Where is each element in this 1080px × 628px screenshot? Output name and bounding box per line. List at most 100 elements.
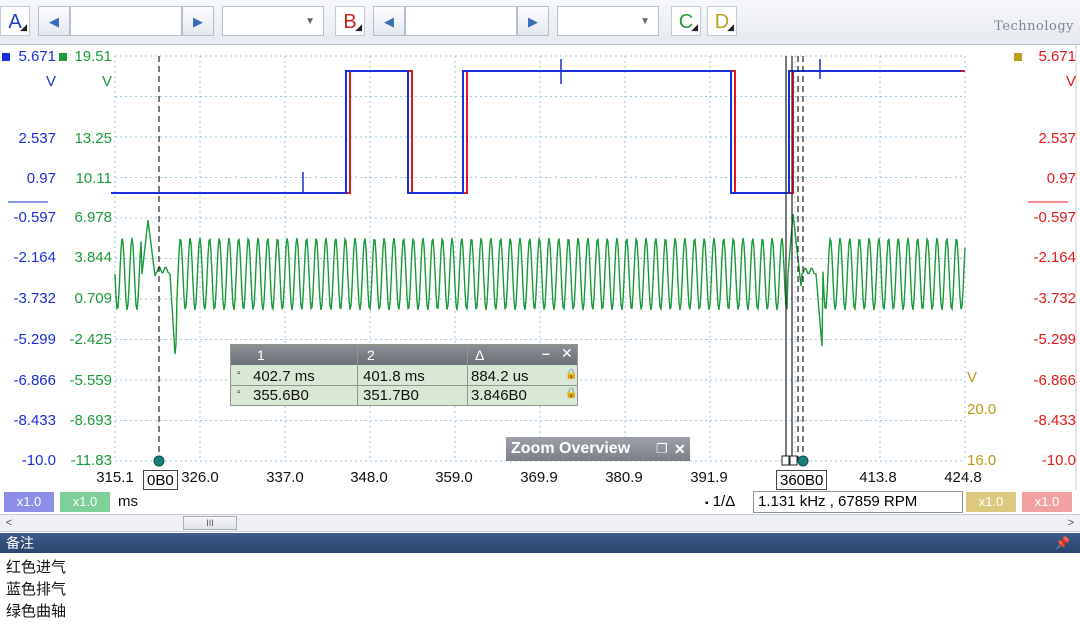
axis-tick-label: -2.425	[69, 331, 112, 348]
notes-panel-body[interactable]: 红色进气 蓝色排气 绿色曲轴	[0, 553, 1080, 628]
axis-tick-label: 0.97	[1046, 170, 1076, 187]
row-toggle-icon[interactable]: ▫	[237, 368, 241, 379]
scrollbar-thumb[interactable]: III	[183, 516, 237, 530]
notes-title: 备注	[6, 535, 34, 551]
lock-icon[interactable]: 🔒	[565, 369, 577, 380]
axis-tick-label: 2.537	[1038, 130, 1076, 147]
axis-tick-label: -0.597	[1033, 209, 1076, 226]
dropdown-triangle-icon: ◢	[691, 22, 698, 32]
axis-tick-label: 5.671	[18, 48, 56, 65]
axis-tick-label: 0.709	[74, 290, 112, 307]
cursor-2-handle-icon	[797, 455, 809, 467]
checkbox-icon[interactable]: ▪	[705, 498, 709, 509]
axis-tick-label: -11.83	[70, 452, 112, 469]
pin-icon[interactable]: 📌	[1055, 533, 1070, 553]
channel-b-coupling-select[interactable]: ▼	[557, 6, 659, 36]
channel-b-prev-button[interactable]: ◀	[373, 6, 405, 36]
channel-a-next-button[interactable]: ▶	[182, 6, 214, 36]
channel-a-range-field[interactable]	[70, 6, 182, 36]
x-tick-label: 348.0	[350, 469, 388, 486]
channel-c-marker-icon[interactable]	[59, 53, 67, 61]
axis-tick-label: 19.51	[74, 48, 112, 65]
cursor-1-handle-icon	[153, 455, 165, 467]
channel-a-scale-button[interactable]: x1.0	[4, 492, 54, 512]
toolbar: A ◢ ◀ ▶ ▼ B ◢ ◀ ▶ ▼ C ◢ D ◢ Technology	[0, 0, 1080, 45]
horizontal-scrollbar[interactable]: < III >	[0, 514, 1080, 532]
axis-tick-label: -10.0	[1041, 452, 1076, 469]
axis-tick-label: -0.597	[13, 209, 56, 226]
axis-tick-label: -8.693	[69, 412, 112, 429]
restore-icon[interactable]: ❐	[656, 437, 668, 461]
axis-tick-label: -8.433	[13, 412, 56, 429]
axis-tick-label: -3.732	[13, 290, 56, 307]
channel-d-button[interactable]: D ◢	[707, 6, 737, 36]
chevron-left-icon: ◀	[49, 14, 59, 29]
gold-axis-tick: 16.0	[967, 452, 997, 469]
company-logo-text: Technology	[994, 19, 1074, 34]
scroll-right-icon[interactable]: >	[1062, 515, 1080, 531]
col-header-2: 2	[367, 347, 375, 363]
table-cell: 351.7B0	[363, 387, 419, 404]
axis-tick-label: 10.11	[75, 170, 112, 187]
zoom-overview-panel[interactable]: Zoom Overview ❐ ✕	[506, 437, 690, 461]
axis-tick-label: V	[101, 73, 112, 90]
channel-a-button[interactable]: A ◢	[0, 6, 30, 36]
axis-tick-label: 13.25	[74, 130, 112, 147]
gold-axis-unit: V	[967, 369, 978, 386]
channel-d-scale-button[interactable]: x1.0	[966, 492, 1016, 512]
x-tick-label: 359.0	[435, 469, 473, 486]
x-tick-label: 380.9	[605, 469, 643, 486]
axis-tick-label: -2.164	[13, 249, 56, 266]
axis-tick-label: -6.866	[1033, 372, 1076, 389]
table-header[interactable]: 1 2 Δ – ✕	[231, 345, 577, 365]
channel-a-prev-button[interactable]: ◀	[38, 6, 70, 36]
cursor-2-handle-icon	[781, 455, 790, 466]
note-line: 蓝色排气	[6, 581, 67, 598]
channel-d-marker-icon[interactable]	[1014, 53, 1022, 61]
cursor-measurement-table[interactable]: 1 2 Δ – ✕ ▫ 402.7 ms 401.8 ms 884.2 us 🔒…	[230, 344, 578, 406]
cursor-2-tag[interactable]: 360B0	[776, 470, 828, 490]
axis-tick-label: -5.299	[13, 331, 56, 348]
cursor-1-tag[interactable]: 0B0	[143, 470, 178, 490]
axis-tick-label: -6.866	[13, 372, 56, 389]
scroll-left-icon[interactable]: <	[0, 515, 18, 531]
close-icon[interactable]: ✕	[674, 437, 686, 461]
channel-b-button[interactable]: B ◢	[335, 6, 365, 36]
channel-b-range-field[interactable]	[405, 6, 517, 36]
channel-c-scale-button[interactable]: x1.0	[60, 492, 110, 512]
channel-b-next-button[interactable]: ▶	[517, 6, 549, 36]
axis-tick-label: V	[45, 73, 56, 90]
axis-tick-label: -3.732	[1033, 290, 1076, 307]
lock-icon[interactable]: 🔒	[565, 388, 577, 399]
gold-axis-tick: 20.0	[967, 401, 997, 418]
chevron-down-icon: ▼	[305, 16, 315, 27]
x-tick-label: 391.9	[690, 469, 728, 486]
axis-tick-label: -10.0	[21, 452, 56, 469]
table-cell: 402.7 ms	[253, 368, 315, 385]
dropdown-triangle-icon: ◢	[20, 22, 27, 32]
x-tick-label: 326.0	[181, 469, 219, 486]
axis-tick-label: 2.537	[18, 130, 56, 147]
table-cell: 401.8 ms	[363, 368, 425, 385]
chevron-left-icon: ◀	[384, 14, 394, 29]
dropdown-triangle-icon: ◢	[355, 22, 362, 32]
row-toggle-icon[interactable]: ▫	[237, 387, 241, 398]
axis-tick-label: -5.559	[69, 372, 112, 389]
axis-tick-label: 5.671	[1038, 48, 1076, 65]
channel-c-button[interactable]: C ◢	[671, 6, 701, 36]
one-over-delta-label: 1/Δ	[712, 493, 736, 510]
axis-tick-label: -2.164	[1033, 249, 1076, 266]
dropdown-triangle-icon: ◢	[727, 22, 734, 32]
close-icon[interactable]: ✕	[561, 345, 573, 362]
one-over-delta-toggle[interactable]: ▪ 1/Δ	[705, 491, 753, 513]
table-cell: 884.2 us	[471, 368, 529, 385]
channel-a-marker-icon[interactable]	[2, 53, 10, 61]
x-tick-label: 337.0	[266, 469, 304, 486]
minimize-icon[interactable]: –	[542, 345, 550, 361]
channel-a-coupling-select[interactable]: ▼	[222, 6, 324, 36]
traces	[111, 59, 966, 355]
chevron-right-icon: ▶	[193, 14, 203, 29]
x-tick-label: 369.9	[520, 469, 558, 486]
table-cell: 355.6B0	[253, 387, 309, 404]
channel-b-scale-button[interactable]: x1.0	[1022, 492, 1072, 512]
